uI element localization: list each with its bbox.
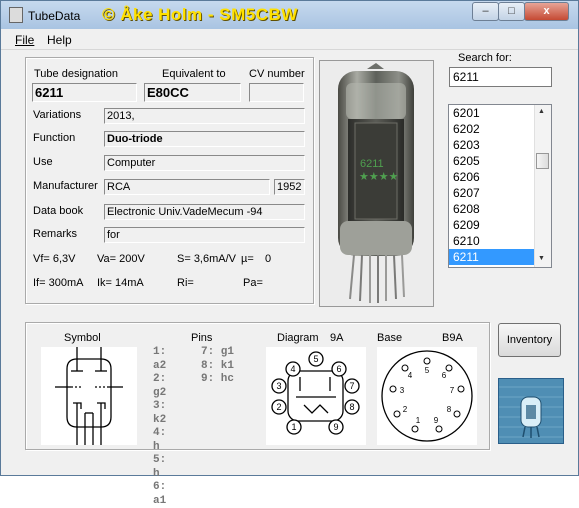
symbol-label: Symbol [64, 332, 101, 344]
ri-value: Ri= [177, 277, 194, 289]
designation-label: Tube designation [34, 68, 118, 80]
function-label: Function [33, 132, 76, 144]
tube-photo: 6211 ★★★★ [319, 60, 434, 307]
manufacturer-label: Manufacturer [33, 180, 98, 192]
list-scrollbar[interactable]: ▲ ▼ [534, 105, 551, 267]
diagram-pin-2: 2 [276, 402, 281, 412]
equivalent-field[interactable]: E80CC [144, 83, 241, 102]
manufacturer-field[interactable]: RCA [104, 179, 270, 195]
maximize-button[interactable]: □ [498, 2, 525, 21]
base-pin-1: 1 [416, 416, 421, 425]
triode-symbol [55, 347, 123, 445]
base-pin-9: 9 [434, 416, 439, 425]
equivalent-label: Equivalent to [162, 68, 226, 80]
base-code: B9A [442, 332, 463, 344]
pins-label: Pins [191, 332, 213, 344]
diagram-pin-3: 3 [276, 381, 281, 391]
scroll-thumb[interactable] [536, 153, 549, 169]
base-pin-3: 3 [400, 386, 405, 395]
remarks-label: Remarks [33, 228, 78, 240]
scroll-down-icon[interactable]: ▼ [538, 255, 545, 262]
diagram-pin-1: 1 [291, 422, 296, 432]
base-diagram: 5 6 7 8 9 1 2 3 4 [377, 347, 477, 445]
diagram-pin-9: 9 [333, 422, 338, 432]
base-pin-7: 7 [450, 386, 455, 395]
svg-text:★★★★: ★★★★ [359, 171, 399, 183]
ik-value: Ik= 14mA [97, 277, 144, 289]
pin-entry: 7: g1 [201, 346, 235, 358]
use-field[interactable]: Computer [104, 155, 305, 171]
pin-entry: 5: h [153, 454, 167, 480]
app-window: TubeData © Åke Holm - SM5CBW – □ x File … [0, 0, 579, 507]
diagram-label: Diagram [277, 332, 319, 344]
diagram-pin-5: 5 [313, 354, 318, 364]
base-pin-4: 4 [408, 371, 413, 380]
pin-entry: 1: a2 [153, 346, 167, 372]
mu-value: 0 [265, 253, 272, 265]
diagram-pin-6: 6 [336, 364, 341, 374]
base-pin-2: 2 [403, 405, 408, 414]
inventory-button[interactable]: Inventory [498, 323, 561, 357]
pin-entry: 3: k2 [153, 400, 167, 426]
minimize-button[interactable]: – [472, 2, 499, 21]
tube-print: 6211 [360, 158, 384, 170]
year-field[interactable]: 1952 [274, 179, 305, 195]
function-field[interactable]: Duo-triode [104, 131, 305, 147]
diagram-code: 9A [330, 332, 344, 344]
diagram-pin-4: 4 [290, 364, 295, 374]
base-pin-6: 6 [442, 371, 447, 380]
mu-label: µ= [241, 253, 254, 265]
app-icon [9, 7, 23, 23]
va-value: Va= 200V [97, 253, 145, 265]
s-value: S= 3,6mA/V [177, 253, 237, 265]
cv-field[interactable] [249, 83, 304, 102]
base-label: Base [377, 332, 403, 344]
pin-entry: 6: a1 [153, 481, 167, 507]
use-label: Use [33, 156, 53, 168]
databook-field[interactable]: Electronic Univ.VadeMecum -94 [104, 204, 305, 220]
connection-diagram: 5 6 7 8 9 1 2 3 4 [266, 347, 366, 445]
pin-entry: 9: hc [201, 373, 235, 385]
remarks-field[interactable]: for [104, 227, 305, 243]
diagram-pin-8: 8 [349, 402, 354, 412]
scroll-up-icon[interactable]: ▲ [538, 108, 545, 115]
results-list[interactable]: 6201 6202 6203 6205 6206 6207 6208 6209 … [448, 104, 552, 268]
tube-logo [498, 378, 564, 444]
base-pin-5: 5 [425, 366, 430, 375]
diagram-pin-7: 7 [349, 381, 354, 391]
cv-label: CV number [249, 68, 305, 80]
menu-file[interactable]: File [15, 33, 34, 47]
pin-entry: 8: k1 [201, 359, 235, 372]
menu-bar: File Help [1, 29, 578, 50]
close-button[interactable]: x [524, 2, 569, 21]
pa-value: Pa= [243, 277, 263, 289]
search-input[interactable]: 6211 [449, 67, 552, 87]
copyright-banner: © Åke Holm - SM5CBW [102, 5, 298, 24]
vf-value: Vf= 6,3V [33, 253, 76, 265]
designation-field[interactable]: 6211 [32, 83, 137, 102]
window-title: TubeData [28, 9, 81, 23]
client-area: Tube designation Equivalent to CV number… [1, 50, 578, 507]
symbol-box [41, 347, 137, 445]
if-value: If= 300mA [33, 277, 84, 289]
base-pin-8: 8 [447, 405, 452, 414]
pin-entry: 2: g2 [153, 373, 167, 399]
menu-help[interactable]: Help [47, 33, 72, 47]
title-bar[interactable]: TubeData © Åke Holm - SM5CBW – □ x [1, 1, 578, 29]
variations-field[interactable]: 2013, [104, 108, 305, 124]
pin-entry: 4: h [153, 427, 167, 453]
search-label: Search for: [458, 52, 512, 64]
variations-label: Variations [33, 109, 82, 121]
databook-label: Data book [33, 205, 84, 217]
